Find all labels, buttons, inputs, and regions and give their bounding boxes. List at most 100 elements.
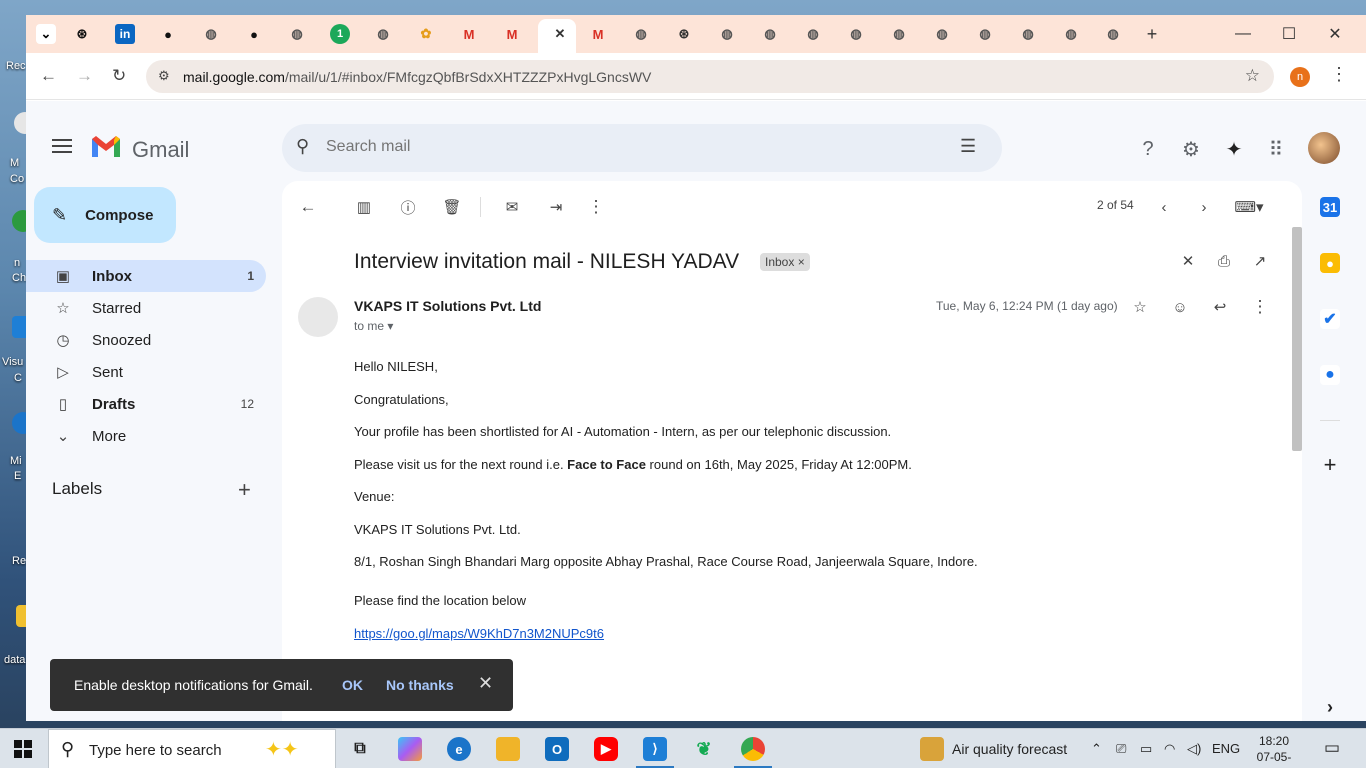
archive-icon[interactable]: ▥ — [354, 197, 374, 217]
battery-icon[interactable]: ▭ — [1140, 741, 1152, 757]
calendar-icon[interactable]: 31 — [1320, 197, 1340, 217]
meet-now-icon[interactable]: ⎚ — [1116, 741, 1126, 757]
snackbar-no-thanks-button[interactable]: No thanks — [386, 677, 454, 693]
help-icon[interactable]: ? — [1136, 137, 1160, 161]
tab-gmail-icon[interactable]: M — [459, 24, 479, 44]
minimize-icon[interactable]: — — [1220, 19, 1266, 49]
chrome-icon[interactable] — [741, 737, 765, 761]
tab-globe-icon[interactable]: ◍ — [1018, 24, 1038, 44]
tab-github-icon[interactable]: ● — [244, 24, 264, 44]
vscode-icon[interactable]: ⟩ — [643, 737, 667, 761]
weather-icon[interactable] — [920, 737, 944, 761]
get-addons-icon[interactable]: + — [1320, 452, 1340, 477]
task-view-icon[interactable]: ⧉ — [348, 737, 372, 761]
snackbar-close-icon[interactable]: ✕ — [478, 673, 493, 694]
mongodb-icon[interactable]: ❦ — [692, 737, 716, 761]
chrome-menu-icon[interactable]: ⋮ — [1330, 64, 1348, 85]
maximize-icon[interactable]: ☐ — [1266, 19, 1312, 49]
contacts-icon[interactable]: ● — [1320, 365, 1340, 385]
tab-globe-icon[interactable]: ◍ — [201, 24, 221, 44]
nav-item-inbox[interactable]: ▣ Inbox 1 — [26, 260, 266, 292]
back-to-inbox-icon[interactable]: ← — [298, 197, 318, 217]
input-tools-icon[interactable]: ⌨▾ — [1234, 197, 1264, 217]
tab-globe-icon[interactable]: ◍ — [932, 24, 952, 44]
copilot-icon[interactable] — [398, 737, 422, 761]
show-side-panel-icon[interactable]: › — [1320, 697, 1340, 717]
print-icon[interactable]: ⎙ — [1214, 251, 1234, 271]
tab-globe-icon[interactable]: ◍ — [846, 24, 866, 44]
tab-github-icon[interactable]: ● — [158, 24, 178, 44]
tab-gmail-icon[interactable]: M — [502, 24, 522, 44]
message-scrollbar[interactable] — [1292, 227, 1302, 451]
sender-name[interactable]: VKAPS IT Solutions Pvt. Ltd — [354, 298, 541, 314]
move-to-icon[interactable]: ⇥ — [546, 197, 566, 217]
maps-link[interactable]: https://goo.gl/maps/W9KhD7n3M2NUPc9t6 — [354, 626, 604, 641]
tab-globe-icon[interactable]: ◍ — [373, 24, 393, 44]
input-language[interactable]: ENG — [1212, 741, 1240, 756]
delete-icon[interactable]: 🗑 — [442, 197, 462, 217]
tab-globe-icon[interactable]: ◍ — [889, 24, 909, 44]
settings-gear-icon[interactable]: ⚙ — [1179, 137, 1203, 161]
youtube-icon[interactable]: ▶ — [594, 737, 618, 761]
reply-icon[interactable]: ↩ — [1210, 297, 1230, 317]
compose-button[interactable]: ✎ Compose — [34, 187, 176, 243]
tab-globe-icon[interactable]: ◍ — [631, 24, 651, 44]
taskbar-search-box[interactable]: ⚲ Type here to search ✦✦ — [48, 729, 336, 768]
tab-gmail-icon[interactable]: M — [588, 24, 608, 44]
system-clock[interactable]: 18:20 07-05-2025 — [1246, 733, 1302, 768]
search-input[interactable] — [326, 138, 926, 156]
tab-globe-icon[interactable]: ◍ — [287, 24, 307, 44]
inbox-label-badge[interactable]: Inbox × — [760, 253, 810, 271]
notification-center-icon[interactable]: ▭ — [1324, 738, 1340, 758]
tab-onenote-icon[interactable]: 1 — [330, 24, 350, 44]
volume-icon[interactable]: ◁) — [1187, 741, 1201, 757]
account-avatar[interactable] — [1308, 132, 1340, 164]
recipient-details[interactable]: to me ▾ — [354, 319, 393, 333]
tab-chatgpt-icon[interactable]: ⊛ — [72, 24, 92, 44]
message-more-icon[interactable]: ⋮ — [1250, 297, 1270, 317]
nav-item-starred[interactable]: ☆ Starred — [26, 292, 266, 324]
tab-chatgpt-icon[interactable]: ⊛ — [674, 24, 694, 44]
report-spam-icon[interactable]: ⓘ — [398, 197, 418, 217]
address-bar[interactable]: ⚙ mail.google.com/mail/u/1/#inbox/FMfcgz… — [146, 60, 1274, 93]
nav-item-snoozed[interactable]: ◷ Snoozed — [26, 324, 266, 356]
tab-list-button[interactable]: ⌄ — [36, 24, 56, 44]
keep-icon[interactable]: ● — [1320, 253, 1340, 273]
older-icon[interactable]: › — [1194, 197, 1214, 217]
new-tab-icon[interactable]: + — [1142, 24, 1162, 44]
site-settings-icon[interactable]: ⚙ — [158, 68, 170, 84]
tab-globe-icon[interactable]: ◍ — [1061, 24, 1081, 44]
tab-photos-icon[interactable]: ✿ — [416, 24, 436, 44]
nav-item-drafts[interactable]: ▯ Drafts 12 — [26, 388, 266, 420]
file-explorer-icon[interactable] — [496, 737, 520, 761]
more-actions-icon[interactable]: ⋮ — [586, 197, 606, 217]
add-label-icon[interactable]: + — [238, 477, 251, 503]
outlook-icon[interactable]: O — [545, 737, 569, 761]
tasks-icon[interactable]: ✔ — [1320, 309, 1340, 329]
reload-icon[interactable]: ↻ — [112, 66, 126, 86]
back-icon[interactable]: ← — [40, 66, 57, 86]
tab-globe-icon[interactable]: ◍ — [1103, 24, 1123, 44]
search-icon[interactable]: ⚲ — [296, 136, 309, 157]
wifi-icon[interactable]: ◠ — [1164, 741, 1175, 757]
sender-avatar[interactable] — [298, 297, 338, 337]
emoji-react-icon[interactable]: ☺ — [1170, 297, 1190, 317]
tab-globe-icon[interactable]: ◍ — [975, 24, 995, 44]
tab-globe-icon[interactable]: ◍ — [803, 24, 823, 44]
mark-unread-icon[interactable]: ✉ — [502, 197, 522, 217]
edge-icon[interactable]: e — [447, 737, 471, 761]
bookmark-star-icon[interactable]: ☆ — [1245, 66, 1260, 86]
gemini-sparkle-icon[interactable]: ✦ — [1222, 137, 1246, 161]
nav-item-sent[interactable]: ▷ Sent — [26, 356, 266, 388]
nav-item-more[interactable]: ⌄ More — [26, 420, 266, 452]
collapse-all-icon[interactable]: ✕ — [1178, 251, 1198, 271]
remove-label-icon[interactable]: × — [798, 255, 805, 269]
forward-icon[interactable]: → — [76, 66, 93, 86]
search-options-icon[interactable]: ☰ — [960, 136, 976, 157]
windows-start-icon[interactable] — [14, 740, 32, 758]
weather-text[interactable]: Air quality forecast — [952, 741, 1067, 757]
close-window-icon[interactable]: ✕ — [1312, 19, 1358, 49]
profile-avatar[interactable]: n — [1290, 67, 1310, 87]
tab-linkedin-icon[interactable]: in — [115, 24, 135, 44]
new-window-icon[interactable]: ↗ — [1250, 251, 1270, 271]
